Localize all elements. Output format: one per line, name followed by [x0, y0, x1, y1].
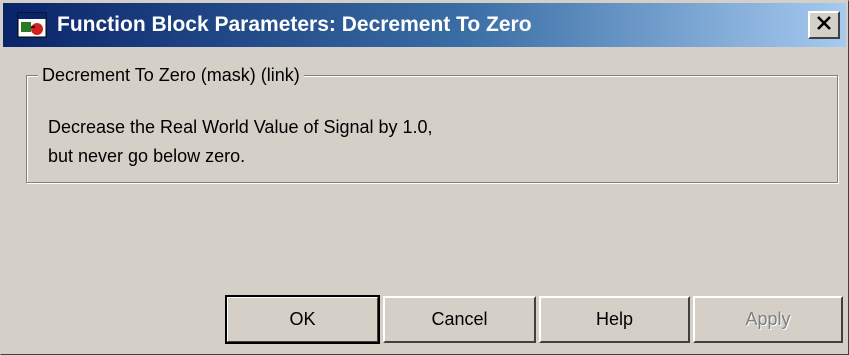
block-description: Decrease the Real World Value of Signal … [48, 113, 433, 171]
description-line: Decrease the Real World Value of Signal … [48, 117, 433, 137]
help-button[interactable]: Help [539, 296, 690, 343]
ok-button[interactable]: OK [225, 295, 380, 344]
groupbox-legend: Decrement To Zero (mask) (link) [38, 65, 304, 86]
description-line: but never go below zero. [48, 146, 246, 166]
close-icon [816, 15, 832, 35]
simulink-block-icon [17, 12, 47, 38]
title-bar[interactable]: Function Block Parameters: Decrement To … [3, 3, 846, 47]
window-title: Function Block Parameters: Decrement To … [57, 13, 532, 36]
close-button[interactable] [808, 11, 840, 39]
cancel-button[interactable]: Cancel [383, 296, 536, 343]
dialog-window: Function Block Parameters: Decrement To … [0, 0, 849, 355]
apply-button[interactable]: Apply [693, 296, 843, 343]
